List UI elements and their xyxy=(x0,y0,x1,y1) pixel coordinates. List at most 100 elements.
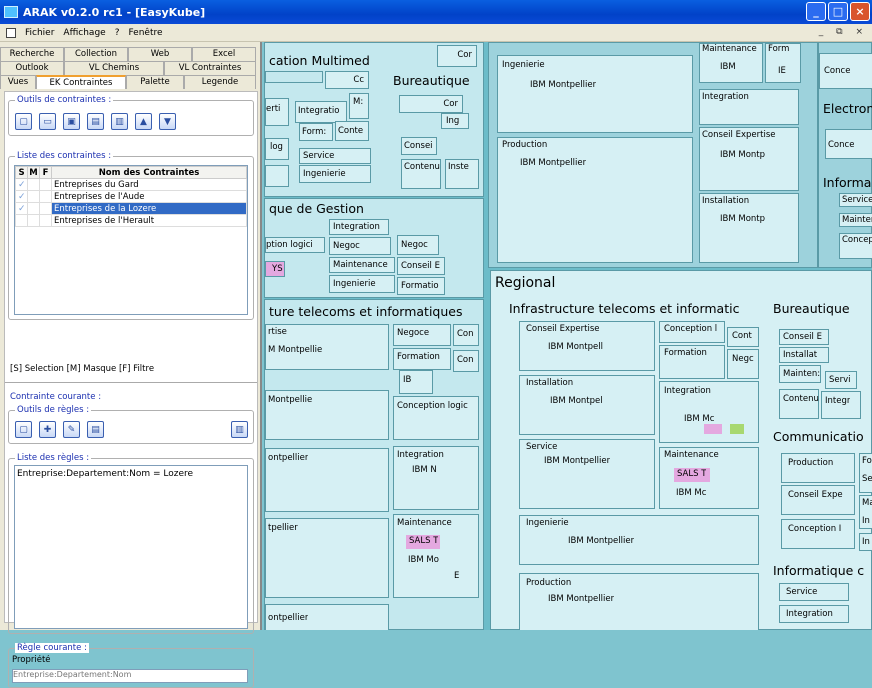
menu-fichier[interactable]: Fichier xyxy=(25,28,54,38)
treemap-cell[interactable]: Integration IBM N xyxy=(393,446,479,510)
treemap-cell[interactable]: Cor xyxy=(399,95,463,113)
sals-highlight[interactable]: SALS T xyxy=(406,535,440,549)
treemap-cell[interactable]: Service xyxy=(839,193,872,207)
treemap-cell[interactable]: log xyxy=(265,138,289,160)
treemap-cell[interactable]: ontpellier xyxy=(265,448,389,512)
close-button[interactable]: × xyxy=(850,2,870,21)
rule-list[interactable]: Entreprise:Departement:Nom = Lozere xyxy=(14,465,248,629)
selection-check-icon[interactable]: ✓ xyxy=(15,202,28,215)
treemap-cell[interactable]: IB xyxy=(399,370,433,394)
treemap-cell[interactable]: Conce xyxy=(825,129,872,159)
treemap-cell[interactable]: Service IBM Montpellier xyxy=(519,439,655,509)
treemap-cell[interactable]: rtise M Montpellie xyxy=(265,324,389,370)
tab-outlook[interactable]: Outlook xyxy=(0,61,64,75)
maximize-button[interactable]: □ xyxy=(828,2,848,21)
treemap-cell[interactable] xyxy=(265,71,323,83)
new-rule-icon[interactable]: ▢ xyxy=(15,421,32,438)
treemap-cell[interactable]: Mainter xyxy=(839,213,872,227)
treemap-cell[interactable]: Integr xyxy=(821,391,861,419)
treemap-cell[interactable]: Integration IBM Mc xyxy=(659,381,759,443)
constraint-list[interactable]: S M F Nom des Contraintes ✓ Entreprises d… xyxy=(14,165,248,315)
treemap-cell[interactable]: YS xyxy=(265,261,285,277)
treemap-cell[interactable]: Conseil Expertise IBM Montp xyxy=(699,127,799,191)
treemap-cell[interactable]: Cc xyxy=(325,71,369,89)
treemap-cell[interactable]: Consei xyxy=(401,137,437,155)
treemap-cell[interactable]: Integration xyxy=(329,219,389,235)
tab-vues[interactable]: Vues xyxy=(0,75,36,89)
treemap-cell[interactable]: Concep xyxy=(839,233,872,259)
tab-recherche[interactable]: Recherche xyxy=(0,47,64,61)
col-f[interactable]: F xyxy=(39,166,52,179)
treemap-cell[interactable]: Production xyxy=(781,453,855,483)
treemap-cell[interactable]: tpellier xyxy=(265,518,389,598)
menu-fenetre[interactable]: Fenêtre xyxy=(128,28,162,38)
treemap-cell[interactable]: Conception l xyxy=(659,321,725,343)
add-rule-icon[interactable]: ✚ xyxy=(39,421,56,438)
treemap-cell[interactable]: Montpellie xyxy=(265,390,389,440)
treemap-cell[interactable]: Ingenierie xyxy=(299,165,371,183)
treemap-cell[interactable]: Conte xyxy=(335,121,369,141)
treemap-cell[interactable]: Service xyxy=(779,583,849,601)
property-field[interactable]: Entreprise:Departement:Nom xyxy=(12,669,248,683)
treemap-cell[interactable]: Ing xyxy=(441,113,469,129)
selection-check-icon[interactable]: ✓ xyxy=(15,178,28,191)
copy-rule-icon[interactable]: ▤ xyxy=(87,421,104,438)
treemap-cell[interactable]: Formation xyxy=(659,345,725,379)
tab-excel[interactable]: Excel xyxy=(192,47,256,61)
new-constraint-icon[interactable]: ▢ xyxy=(15,113,32,130)
table-row[interactable]: Entreprises de l'Herault xyxy=(15,214,247,227)
treemap-cell[interactable]: Ingenierie IBM Montpellier xyxy=(497,55,693,133)
col-name[interactable]: Nom des Contraintes xyxy=(51,166,247,179)
move-down-icon[interactable]: ▼ xyxy=(159,113,176,130)
treemap-cell[interactable]: Ingenierie IBM Montpellier xyxy=(519,515,759,565)
treemap-cell[interactable]: Negoce xyxy=(393,324,451,346)
treemap-cell[interactable]: ption logici xyxy=(265,237,325,253)
treemap-cell[interactable]: Maintenance xyxy=(329,257,395,273)
treemap-cell[interactable]: Formatio xyxy=(397,277,445,295)
table-row[interactable]: ✓ Entreprises de l'Aude xyxy=(15,190,247,203)
treemap-cell[interactable]: Servi xyxy=(825,371,857,389)
treemap-cell[interactable]: Cor xyxy=(437,45,477,67)
col-s[interactable]: S xyxy=(15,166,28,179)
treemap-cell[interactable]: Production IBM Montpellier xyxy=(519,573,759,630)
delete-rule-icon[interactable]: ▥ xyxy=(231,421,248,438)
tab-web[interactable]: Web xyxy=(128,47,192,61)
edit-constraint-icon[interactable]: ▤ xyxy=(87,113,104,130)
treemap-cell[interactable]: Inste xyxy=(445,159,479,189)
open-constraint-icon[interactable]: ▭ xyxy=(39,113,56,130)
treemap-cell[interactable]: Ingenierie xyxy=(329,275,395,293)
treemap-cell[interactable]: erti xyxy=(265,98,289,126)
treemap-cell[interactable]: Integration xyxy=(699,89,799,125)
sals-highlight[interactable]: SALS T xyxy=(674,468,710,482)
treemap-cell[interactable]: Conseil E xyxy=(397,257,445,275)
treemap-cell[interactable]: M: xyxy=(349,93,369,119)
treemap-cell[interactable]: Conception logic xyxy=(393,396,479,440)
tab-vl-contraintes[interactable]: VL Contraintes xyxy=(164,61,256,75)
treemap-cell[interactable]: Integration xyxy=(779,605,849,623)
treemap-cell[interactable] xyxy=(265,165,289,187)
treemap-cell[interactable]: Cont xyxy=(727,327,759,347)
treemap-cell[interactable]: Conseil Expe xyxy=(781,485,855,515)
tab-vl-chemins[interactable]: VL Chemins xyxy=(64,61,164,75)
treemap-cell[interactable]: In xyxy=(859,533,872,551)
treemap-cell[interactable]: Form: xyxy=(299,123,333,141)
treemap-cell[interactable]: Mainten: xyxy=(779,365,821,383)
table-row[interactable]: ✓ Entreprises du Gard xyxy=(15,178,247,191)
treemap-cell[interactable]: Integratio xyxy=(295,101,347,123)
treemap-cell[interactable]: Conseil Expertise IBM Montpell xyxy=(519,321,655,371)
treemap-cell[interactable]: Negoc xyxy=(329,237,391,255)
treemap-cell[interactable]: Service xyxy=(299,148,371,164)
treemap-cell[interactable]: Form IE xyxy=(765,43,801,83)
treemap-cell[interactable]: Installat xyxy=(779,347,829,363)
treemap-cell[interactable]: ontpellier xyxy=(265,604,389,630)
selection-check-icon[interactable] xyxy=(15,214,28,227)
move-up-icon[interactable]: ▲ xyxy=(135,113,152,130)
menu-help[interactable]: ? xyxy=(115,28,120,38)
treemap-cell[interactable]: Fo Se xyxy=(859,453,872,493)
treemap-cell[interactable]: Maintenance SALS T IBM Mo E xyxy=(393,514,479,598)
treemap-cell[interactable]: Con xyxy=(453,324,479,346)
treemap-cell[interactable]: Formation xyxy=(393,348,451,370)
table-row-selected[interactable]: ✓ Entreprises de la Lozere xyxy=(15,202,247,215)
treemap-cell[interactable]: Con xyxy=(453,350,479,372)
treemap-cell[interactable]: Maintenance SALS T IBM Mc xyxy=(659,447,759,509)
